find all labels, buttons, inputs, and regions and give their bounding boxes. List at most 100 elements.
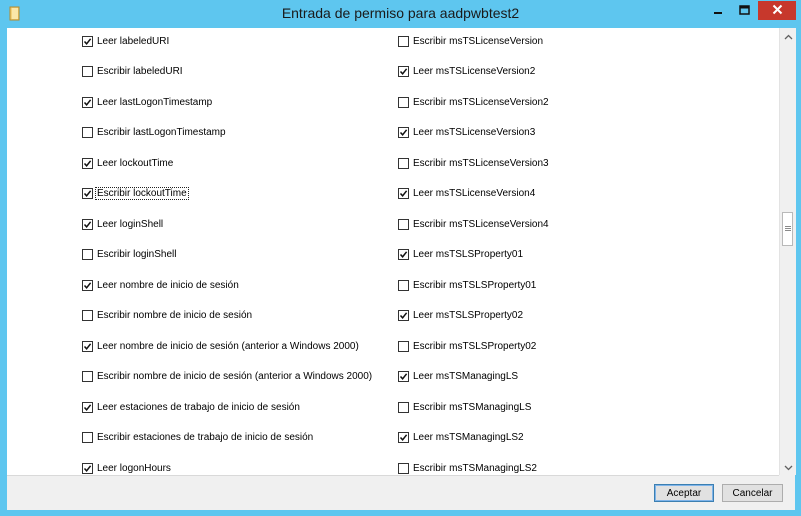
checkbox[interactable] <box>82 249 93 260</box>
permission-label: Escribir nombre de inicio de sesión (ant… <box>97 371 373 382</box>
checkbox[interactable] <box>398 462 409 474</box>
ok-button[interactable]: Aceptar <box>654 484 714 502</box>
checkbox[interactable] <box>82 279 93 291</box>
permission-label: Leer msTSManagingLS <box>413 371 519 382</box>
checkbox[interactable] <box>82 462 93 474</box>
permission-checkbox-item[interactable]: Escribir nombre de inicio de sesión <box>82 307 252 325</box>
permission-label: Escribir nombre de inicio de sesión <box>97 310 253 321</box>
permission-checkbox-item[interactable]: Escribir msTSLicenseVersion2 <box>398 93 549 111</box>
permission-checkbox-item[interactable]: Escribir msTSManagingLS <box>398 398 531 416</box>
permission-checkbox-item[interactable]: Leer lockoutTime <box>82 154 173 172</box>
checkbox[interactable] <box>82 35 93 47</box>
permissions-list[interactable]: Leer labeledURI Escribir labeledURI Leer l… <box>7 28 779 476</box>
close-button[interactable] <box>758 1 796 20</box>
permission-checkbox-item[interactable]: Escribir lastLogonTimestamp <box>82 124 226 142</box>
checkbox[interactable] <box>398 249 409 260</box>
permission-checkbox-item[interactable]: Escribir estaciones de trabajo de inicio… <box>82 429 313 447</box>
permission-checkbox-item[interactable]: Leer nombre de inicio de sesión (anterio… <box>82 337 359 355</box>
permission-entry-window: Entrada de permiso para aadpwbtest2 Leer… <box>0 0 801 516</box>
cancel-button[interactable]: Cancelar <box>722 484 783 502</box>
checkbox[interactable] <box>82 96 93 108</box>
minimize-icon <box>713 2 723 20</box>
permission-checkbox-item[interactable]: Leer msTSLSProperty02 <box>398 307 523 325</box>
checkbox[interactable] <box>398 157 409 169</box>
permission-checkbox-item[interactable]: Escribir nombre de inicio de sesión (ant… <box>82 368 372 386</box>
checkbox[interactable] <box>398 35 409 47</box>
close-icon <box>772 2 783 20</box>
dialog-footer: Aceptar Cancelar <box>7 476 795 510</box>
permission-checkbox-item[interactable]: Escribir msTSLSProperty01 <box>398 276 536 294</box>
permission-label: Leer nombre de inicio de sesión (anterio… <box>97 340 359 352</box>
permission-label: Escribir msTSLSProperty01 <box>413 279 537 291</box>
permission-checkbox-item[interactable]: Escribir lockoutTime <box>82 185 189 203</box>
checkbox[interactable] <box>398 66 409 77</box>
permission-label: Escribir msTSLicenseVersion <box>413 35 544 47</box>
checkbox[interactable] <box>82 371 93 382</box>
permission-checkbox-item[interactable]: Escribir msTSLicenseVersion4 <box>398 215 549 233</box>
checkbox[interactable] <box>398 432 409 443</box>
permission-checkbox-item[interactable]: Leer logonHours <box>82 459 171 475</box>
scroll-down-button[interactable] <box>780 459 796 475</box>
checkbox[interactable] <box>398 218 409 230</box>
scrollbar-thumb[interactable] <box>782 211 793 246</box>
chevron-up-icon <box>784 27 793 45</box>
permission-checkbox-item[interactable]: Leer msTSManagingLS2 <box>398 429 524 447</box>
checkbox[interactable] <box>82 188 93 199</box>
checkbox[interactable] <box>82 157 93 169</box>
permission-label: Leer lockoutTime <box>97 157 174 169</box>
scroll-up-button[interactable] <box>780 28 796 44</box>
permission-checkbox-item[interactable]: Escribir loginShell <box>82 246 176 264</box>
permission-checkbox-item[interactable]: Leer nombre de inicio de sesión <box>82 276 239 294</box>
checkbox[interactable] <box>82 310 93 321</box>
permission-label: Escribir loginShell <box>97 249 177 260</box>
permission-checkbox-item[interactable]: Escribir labeledURI <box>82 63 183 81</box>
permission-label: Escribir msTSLSProperty02 <box>413 340 537 352</box>
checkbox[interactable] <box>82 127 93 138</box>
title-bar[interactable]: Entrada de permiso para aadpwbtest2 <box>0 0 801 28</box>
permission-checkbox-item[interactable]: Leer msTSManagingLS <box>398 368 518 386</box>
minimize-button[interactable] <box>705 1 731 20</box>
permission-label: Leer msTSLSProperty01 <box>413 249 524 260</box>
permission-label: Leer labeledURI <box>97 35 170 47</box>
checkbox[interactable] <box>82 340 93 352</box>
checkbox[interactable] <box>82 401 93 413</box>
permission-label: Escribir msTSManagingLS2 <box>413 462 537 474</box>
permission-checkbox-item[interactable]: Escribir msTSLicenseVersion <box>398 32 543 50</box>
permission-label: Escribir msTSLicenseVersion4 <box>413 218 549 230</box>
checkbox[interactable] <box>398 340 409 352</box>
permission-label: Leer msTSLicenseVersion3 <box>413 127 536 138</box>
permission-label: Escribir lastLogonTimestamp <box>97 127 226 138</box>
permission-checkbox-item[interactable]: Escribir msTSManagingLS2 <box>398 459 537 475</box>
checkbox[interactable] <box>398 401 409 413</box>
permission-label: Leer msTSManagingLS2 <box>413 432 524 443</box>
permission-checkbox-item[interactable]: Leer loginShell <box>82 215 163 233</box>
maximize-button[interactable] <box>731 1 758 20</box>
checkbox[interactable] <box>82 432 93 443</box>
permission-label: Escribir lockoutTime <box>95 187 189 200</box>
permission-checkbox-item[interactable]: Leer estaciones de trabajo de inicio de … <box>82 398 300 416</box>
permission-label: Leer loginShell <box>97 218 164 230</box>
checkbox[interactable] <box>82 218 93 230</box>
permission-label: Leer estaciones de trabajo de inicio de … <box>97 401 300 413</box>
permission-checkbox-item[interactable]: Leer labeledURI <box>82 32 169 50</box>
permission-checkbox-item[interactable]: Leer msTSLicenseVersion2 <box>398 63 535 81</box>
permission-label: Escribir labeledURI <box>97 66 183 77</box>
checkbox[interactable] <box>398 188 409 199</box>
permission-checkbox-item[interactable]: Escribir msTSLicenseVersion3 <box>398 154 549 172</box>
permission-label: Escribir estaciones de trabajo de inicio… <box>97 432 314 443</box>
permission-label: Leer logonHours <box>97 462 171 474</box>
checkbox[interactable] <box>398 96 409 108</box>
permission-checkbox-item[interactable]: Escribir msTSLSProperty02 <box>398 337 536 355</box>
vertical-scrollbar[interactable] <box>779 28 796 475</box>
checkbox[interactable] <box>398 371 409 382</box>
permission-checkbox-item[interactable]: Leer lastLogonTimestamp <box>82 93 212 111</box>
permission-label: Leer lastLogonTimestamp <box>97 96 213 108</box>
permission-checkbox-item[interactable]: Leer msTSLicenseVersion3 <box>398 124 535 142</box>
permission-checkbox-item[interactable]: Leer msTSLSProperty01 <box>398 246 523 264</box>
permission-label: Leer msTSLSProperty02 <box>413 310 524 321</box>
checkbox[interactable] <box>82 66 93 77</box>
checkbox[interactable] <box>398 127 409 138</box>
checkbox[interactable] <box>398 310 409 321</box>
checkbox[interactable] <box>398 279 409 291</box>
permission-checkbox-item[interactable]: Leer msTSLicenseVersion4 <box>398 185 535 203</box>
